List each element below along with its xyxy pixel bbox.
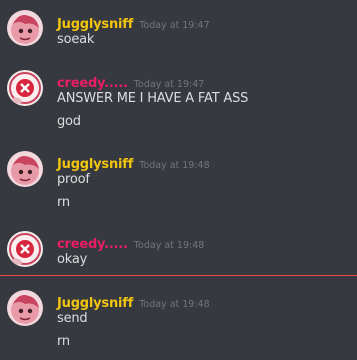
message-text: ANSWER ME I HAVE A FAT ASS [57, 91, 249, 106]
message-text: rn [57, 195, 70, 210]
username[interactable]: Jugglysniff [57, 17, 133, 32]
username[interactable]: Jugglysniff [57, 296, 133, 311]
eye-character-avatar-icon[interactable] [7, 231, 43, 267]
pink-character-avatar-icon[interactable] [7, 10, 43, 46]
message-timestamp: Today at 19:48 [139, 160, 210, 171]
username[interactable]: creedy..... [57, 76, 128, 91]
message-text: send [57, 311, 88, 326]
message-text: rn [57, 334, 70, 349]
message-text: god [57, 114, 81, 129]
new-messages-divider [0, 275, 357, 276]
message-text: okay [57, 252, 88, 267]
username[interactable]: Jugglysniff [57, 157, 133, 172]
message-text: soeak [57, 32, 95, 47]
username[interactable]: creedy..... [57, 237, 128, 252]
message-timestamp: Today at 19:47 [139, 20, 210, 31]
message-timestamp: Today at 19:47 [133, 79, 205, 90]
eye-character-avatar-icon[interactable] [7, 70, 43, 106]
message-timestamp: Today at 19:48 [133, 240, 205, 251]
pink-character-avatar-icon[interactable] [7, 151, 43, 187]
pink-character-avatar-icon[interactable] [7, 290, 43, 326]
message-timestamp: Today at 19:48 [139, 299, 210, 310]
message-text: proof [57, 172, 90, 187]
